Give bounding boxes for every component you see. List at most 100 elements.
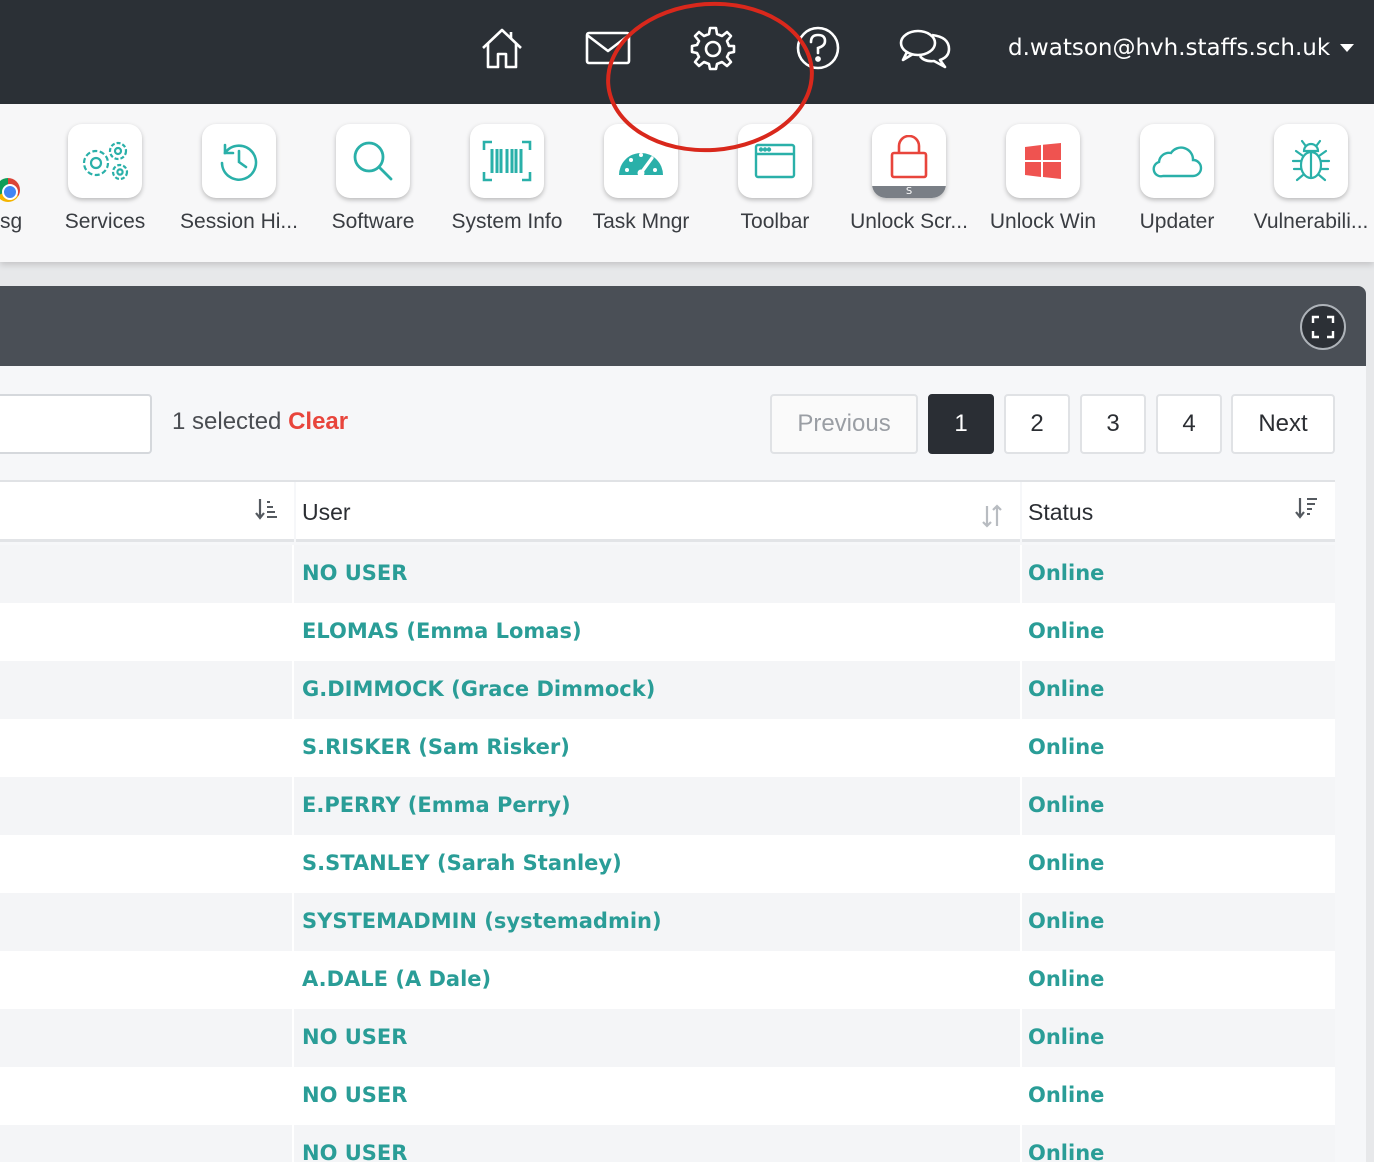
table-row[interactable]: S.RISKER (Sam Risker) Online (0, 719, 1335, 777)
sort-ascending-icon[interactable] (254, 497, 278, 525)
column-divider (1020, 1067, 1022, 1125)
column-header-status[interactable]: Status (1022, 482, 1335, 542)
help-icon[interactable] (794, 24, 842, 72)
tool-unlock-windows[interactable]: Unlock Win (976, 122, 1110, 252)
table-cell-status: Online (1028, 1083, 1105, 1107)
column-divider (1020, 951, 1022, 1009)
tool-system-info[interactable]: System Info (440, 122, 574, 252)
table-cell-user[interactable]: E.PERRY (Emma Perry) (302, 793, 571, 817)
table-cell-status: Online (1028, 735, 1105, 759)
table-cell-hidden-column (0, 545, 294, 603)
chat-icon[interactable] (898, 24, 952, 72)
table-cell-hidden-column (0, 951, 294, 1009)
table-row[interactable]: NO USER Online (0, 1125, 1335, 1162)
column-divider (1020, 1125, 1022, 1162)
tool-label: Toolbar (740, 210, 810, 233)
home-icon[interactable] (478, 24, 526, 72)
clear-selection-link[interactable]: Clear (288, 408, 348, 435)
tool-label: Unlock Win (989, 210, 1097, 233)
column-divider (1020, 719, 1022, 777)
tool-label: Updater (1139, 210, 1215, 233)
table-cell-hidden-column (0, 1009, 294, 1067)
table-cell-hidden-column (0, 777, 294, 835)
tool-label: Vulnerabili... (1253, 210, 1369, 233)
table-cell-status: Online (1028, 851, 1105, 875)
table-cell-user[interactable]: NO USER (302, 1141, 407, 1162)
table-cell-status: Online (1028, 619, 1105, 643)
pagination-page-2[interactable]: 2 (1004, 394, 1070, 454)
selected-count-text: 1 selected (172, 408, 282, 435)
table-cell-user[interactable]: NO USER (302, 1025, 407, 1049)
tool-vulnerability[interactable]: Vulnerabili... (1244, 122, 1374, 252)
table-row[interactable]: E.PERRY (Emma Perry) Online (0, 777, 1335, 835)
tool-task-manager[interactable]: Task Mngr (574, 122, 708, 252)
tool-label: Unlock Scr... (850, 210, 968, 233)
table-row[interactable]: NO USER Online (0, 1009, 1335, 1067)
sort-descending-icon[interactable] (1294, 496, 1318, 524)
table-cell-user[interactable]: SYSTEMADMIN (systemadmin) (302, 909, 662, 933)
windows-logo-icon (1006, 124, 1080, 198)
table-row[interactable]: A.DALE (A Dale) Online (0, 951, 1335, 1009)
magnifier-icon (336, 124, 410, 198)
table-cell-user[interactable]: NO USER (302, 1083, 407, 1107)
column-divider (1020, 835, 1022, 893)
table-cell-hidden-column (0, 719, 294, 777)
table-cell-user[interactable]: S.STANLEY (Sarah Stanley) (302, 851, 622, 875)
table-row[interactable]: SYSTEMADMIN (systemadmin) Online (0, 893, 1335, 951)
table-cell-status: Online (1028, 909, 1105, 933)
column-divider (1020, 603, 1022, 661)
table-row[interactable]: NO USER Online (0, 1067, 1335, 1125)
tool-label: Services (64, 210, 146, 233)
user-account-menu[interactable]: d.watson@hvh.staffs.sch.uk (1008, 30, 1355, 66)
tool-badge: S (872, 186, 946, 198)
pagination-previous-button[interactable]: Previous (770, 394, 918, 454)
fullscreen-icon[interactable] (1300, 304, 1346, 350)
tool-services[interactable]: Services (38, 122, 172, 252)
table-cell-user[interactable]: S.RISKER (Sam Risker) (302, 735, 570, 759)
table-cell-user[interactable]: A.DALE (A Dale) (302, 967, 491, 991)
column-divider (1020, 777, 1022, 835)
table-cell-status: Online (1028, 1025, 1105, 1049)
column-header-user[interactable]: User (296, 482, 1020, 542)
table-cell-status: Online (1028, 967, 1105, 991)
history-clock-icon (202, 124, 276, 198)
tool-label: Session Hi... (180, 210, 298, 233)
table-cell-user[interactable]: NO USER (302, 561, 407, 585)
table-cell-hidden-column (0, 1067, 294, 1125)
tool-session-history[interactable]: Session Hi... (172, 122, 306, 252)
table-cell-status: Online (1028, 677, 1105, 701)
tool-toolbar[interactable]: Toolbar (708, 122, 842, 252)
mail-icon[interactable] (584, 24, 632, 72)
speedometer-icon (604, 124, 678, 198)
table-cell-user[interactable]: ELOMAS (Emma Lomas) (302, 619, 582, 643)
pagination-next-button[interactable]: Next (1231, 394, 1335, 454)
pagination-page-4[interactable]: 4 (1156, 394, 1222, 454)
pagination-page-1[interactable]: 1 (928, 394, 994, 454)
devices-panel: 1 selected Clear Previous 1 2 3 4 Next U… (0, 286, 1366, 1162)
top-navigation-bar: d.watson@hvh.staffs.sch.uk (0, 0, 1374, 104)
table-cell-status: Online (1028, 793, 1105, 817)
column-divider (1020, 1009, 1022, 1067)
tools-toolbar: sg Services Session Hi... Software Syste… (0, 104, 1374, 262)
caret-down-icon (1340, 44, 1355, 52)
table-row[interactable]: NO USER Online (0, 545, 1335, 603)
table-cell-user[interactable]: G.DIMMOCK (Grace Dimmock) (302, 677, 655, 701)
tool-unlock-screen[interactable]: S Unlock Scr... (842, 122, 976, 252)
tool-label: Task Mngr (592, 210, 690, 233)
tool-label-partial: sg (0, 210, 23, 233)
table-row[interactable]: S.STANLEY (Sarah Stanley) Online (0, 835, 1335, 893)
devices-table: User Status NO USER Online ELOMAS (Emma Lo… (0, 480, 1335, 1162)
column-header-user-label: User (302, 499, 351, 525)
settings-gear-icon[interactable] (689, 24, 737, 72)
tool-software[interactable]: Software (306, 122, 440, 252)
tool-updater[interactable]: Updater (1110, 122, 1244, 252)
table-row[interactable]: G.DIMMOCK (Grace Dimmock) Online (0, 661, 1335, 719)
pagination-page-3[interactable]: 3 (1080, 394, 1146, 454)
table-row[interactable]: ELOMAS (Emma Lomas) Online (0, 603, 1335, 661)
sort-neutral-icon[interactable] (980, 504, 1004, 532)
search-input[interactable] (0, 394, 152, 454)
column-divider (1020, 893, 1022, 951)
table-cell-status: Online (1028, 561, 1105, 585)
tool-label: Software (331, 210, 415, 233)
column-header-hidden[interactable] (0, 482, 294, 542)
